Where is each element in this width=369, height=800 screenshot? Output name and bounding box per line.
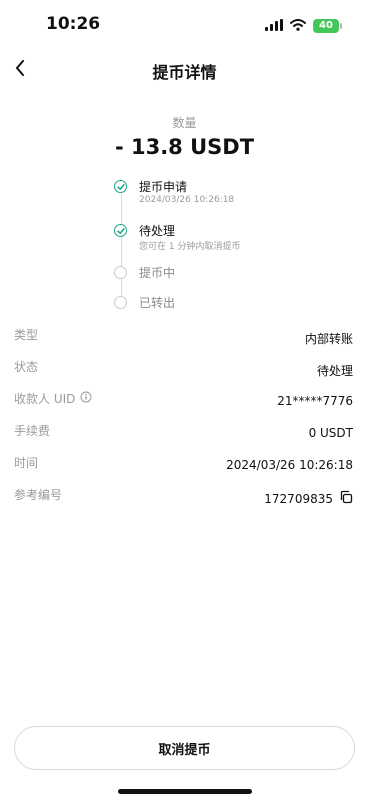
timeline-step-title: 提币申请 <box>139 180 188 194</box>
check-circle-icon <box>114 180 127 193</box>
timeline-step-title: 已转出 <box>139 296 176 310</box>
timeline-line <box>121 194 122 308</box>
amount-label: 数量 <box>172 116 197 130</box>
amount-value: - 13.8 USDT <box>114 135 255 159</box>
status-timeline: 提币申请 2024/03/26 10:26:18 待处理 您可在 1 分钟内取消… <box>114 178 354 318</box>
check-circle-icon <box>114 224 127 237</box>
detail-list: 类型 内部转账 状态 待处理 收款人 UID 21*****7776 手续费 0… <box>14 326 353 518</box>
detail-value: 2024/03/26 10:26:18 <box>226 458 353 472</box>
detail-row-status: 状态 待处理 <box>14 358 353 390</box>
cancel-withdrawal-button[interactable]: 取消提币 <box>14 726 355 770</box>
home-indicator <box>118 789 252 794</box>
signal-icon <box>265 16 283 35</box>
detail-value-wrap: 172709835 <box>264 490 353 507</box>
status-bar: 10:26 40 <box>0 0 369 48</box>
detail-label-wrap: 收款人 UID <box>14 390 92 407</box>
empty-circle-icon <box>114 266 127 279</box>
wifi-icon <box>290 16 306 35</box>
detail-label: 收款人 UID <box>14 392 76 406</box>
detail-row-time: 时间 2024/03/26 10:26:18 <box>14 454 353 486</box>
timeline-step-subtitle: 2024/03/26 10:26:18 <box>139 195 235 205</box>
timeline-step-title: 提币中 <box>139 266 176 280</box>
timeline-step-subtitle: 您可在 1 分钟内取消提币 <box>139 242 241 252</box>
detail-label: 时间 <box>14 456 39 470</box>
detail-row-reference: 参考编号 172709835 <box>14 486 353 518</box>
status-icons: 40 <box>265 16 342 35</box>
detail-label: 手续费 <box>14 424 51 438</box>
detail-row-fee: 手续费 0 USDT <box>14 422 353 454</box>
detail-value: 内部转账 <box>304 332 353 346</box>
status-time: 10:26 <box>46 14 101 34</box>
detail-row-type: 类型 内部转账 <box>14 326 353 358</box>
detail-label: 类型 <box>14 328 39 342</box>
nav-bar: 提币详情 <box>0 50 369 90</box>
info-icon[interactable] <box>80 391 92 406</box>
timeline-step-title: 待处理 <box>139 224 176 238</box>
detail-value: 0 USDT <box>308 426 353 440</box>
detail-value: 172709835 <box>264 491 333 506</box>
detail-value: 21*****7776 <box>277 394 353 408</box>
detail-value: 待处理 <box>316 364 353 378</box>
copy-icon[interactable] <box>339 490 353 507</box>
empty-circle-icon <box>114 296 127 309</box>
detail-label: 状态 <box>14 360 39 374</box>
page-title: 提币详情 <box>152 63 217 82</box>
battery-icon: 40 <box>313 18 342 33</box>
detail-row-recipient-uid: 收款人 UID 21*****7776 <box>14 390 353 422</box>
detail-label: 参考编号 <box>14 488 63 502</box>
